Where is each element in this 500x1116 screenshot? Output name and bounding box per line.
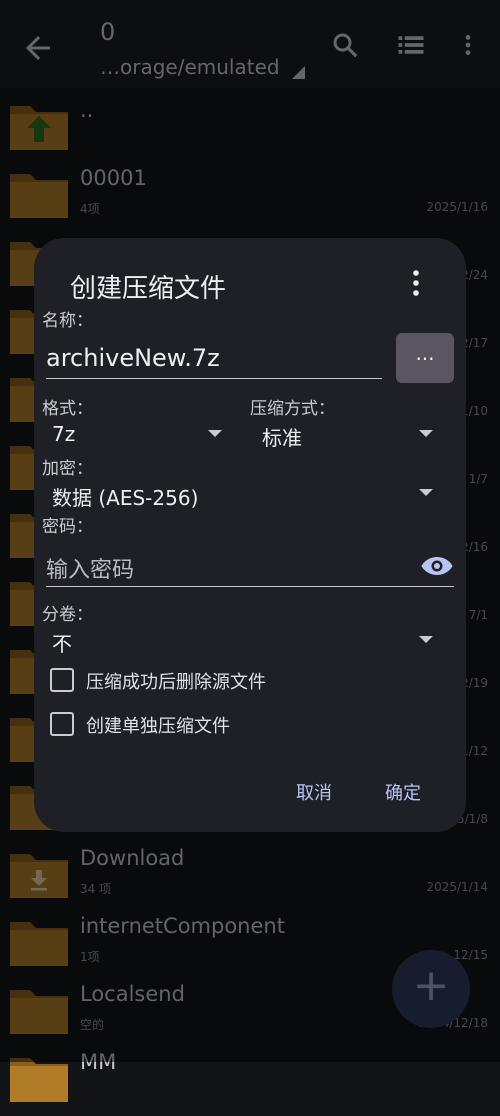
name-label: 名称：: [42, 311, 93, 331]
format-dropdown-icon[interactable]: [208, 430, 222, 437]
split-dropdown-icon[interactable]: [419, 636, 433, 643]
archive-name-input[interactable]: archiveNew.7z: [46, 338, 382, 379]
split-select[interactable]: 不: [52, 628, 72, 657]
cancel-button[interactable]: 取消: [296, 779, 332, 805]
create-archive-dialog: 创建压缩文件 名称： archiveNew.7z ... 格式： 7z 压缩方式…: [34, 238, 466, 832]
dialog-title: 创建压缩文件: [70, 274, 227, 304]
dialog-more-icon[interactable]: [406, 268, 426, 298]
separate-archive-label[interactable]: 创建单独压缩文件: [86, 712, 230, 738]
encrypt-select[interactable]: 数据 (AES-256): [52, 482, 198, 511]
method-select[interactable]: 标准: [262, 422, 302, 451]
delete-source-label[interactable]: 压缩成功后删除源文件: [86, 668, 266, 694]
format-label: 格式：: [42, 399, 93, 419]
ok-button[interactable]: 确定: [385, 779, 421, 805]
browse-button[interactable]: ...: [396, 333, 454, 383]
password-placeholder: 输入密码: [46, 558, 135, 583]
password-input[interactable]: 输入密码: [46, 548, 454, 587]
format-select[interactable]: 7z: [52, 422, 75, 446]
password-label: 密码：: [42, 517, 93, 537]
method-dropdown-icon[interactable]: [419, 430, 433, 437]
split-label: 分卷：: [42, 605, 93, 625]
delete-source-checkbox[interactable]: [50, 668, 74, 692]
separate-archive-checkbox[interactable]: [50, 712, 74, 736]
visibility-eye-icon[interactable]: [420, 554, 454, 578]
encrypt-dropdown-icon[interactable]: [419, 489, 433, 496]
method-label: 压缩方式：: [250, 399, 335, 419]
encrypt-label: 加密：: [42, 459, 93, 479]
